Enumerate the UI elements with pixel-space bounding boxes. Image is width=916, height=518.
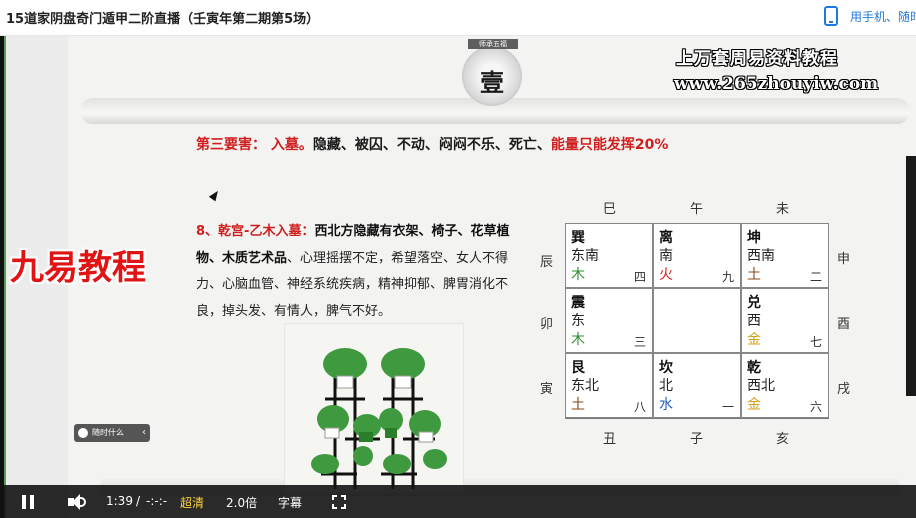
video-player[interactable]: 壹 师承五福 上万套周易资料教程 www.265zhouyiw.com 九易教程… [0, 36, 916, 518]
branch-right-2: 酉 [837, 317, 851, 332]
palace-direction: 东北 [571, 378, 599, 394]
slide-heading: 第三要害： 入墓。隐藏、被囚、不动、闷闷不乐、死亡、能量只能发挥20% [196, 134, 668, 154]
palace-element: 火 [659, 267, 673, 283]
palace-number: 七 [809, 335, 822, 349]
palace-cell: 乾西北金 六 [741, 353, 829, 418]
fullscreen-icon[interactable] [332, 495, 346, 509]
palace-element: 水 [659, 397, 673, 413]
branch-top-2: 午 [690, 202, 704, 217]
branch-bottom-1: 丑 [603, 432, 617, 447]
branch-top-1: 巳 [603, 202, 617, 217]
palace-direction: 北 [659, 378, 673, 394]
palace-number: 九 [721, 270, 734, 284]
paragraph-lead: 8、乾宫-乙木入墓： [196, 224, 315, 239]
pen-cursor-icon [208, 188, 222, 202]
palace-number: 二 [809, 270, 822, 284]
palace-cell [653, 288, 741, 353]
palace-name: 艮 [571, 360, 585, 376]
time-separator: / [136, 494, 141, 508]
palace-element: 木 [571, 332, 585, 348]
chevron-left-icon[interactable]: ‹ [142, 424, 146, 442]
palace-element: 土 [571, 397, 585, 413]
palace-number: 一 [721, 400, 734, 414]
palace-direction: 西南 [747, 248, 775, 264]
palace-element: 金 [747, 332, 761, 348]
palace-cell: 离南火 九 [653, 223, 741, 288]
heading-part3: 隐藏、被囚、不动、闷闷不乐、死亡、 [312, 137, 551, 153]
speed-button[interactable]: 2.0倍 [226, 494, 257, 511]
palace-name: 巽 [571, 230, 585, 246]
mobile-phone-icon[interactable] [824, 6, 838, 26]
plant-stand-illustration [285, 324, 463, 492]
tooltip-text: 随时什么 [92, 428, 124, 437]
palace-cell: 坤西南土 二 [741, 223, 829, 288]
palace-number: 三 [633, 335, 646, 349]
palace-cell: 巽东南木 四 [565, 223, 653, 288]
player-controls: 1:39 / -:-:- 超清 2.0倍 字幕 [4, 485, 916, 518]
branch-left-2: 卯 [540, 317, 554, 332]
seal-caption: 师承五福 [468, 39, 518, 49]
palace-number: 六 [809, 400, 822, 414]
nine-palace-grid: 巽东南木四离南火九坤西南土二震东木三兑西金七艮东北土八坎北水一乾西北金六 [565, 223, 829, 419]
branch-bottom-2: 子 [690, 432, 704, 447]
palace-name: 兑 [747, 295, 761, 311]
palace-direction: 西北 [747, 378, 775, 394]
palace-cell: 艮东北土 八 [565, 353, 653, 418]
time-current: 1:39 [106, 494, 133, 508]
palace-direction: 西 [747, 313, 761, 329]
quality-button[interactable]: 超清 [180, 494, 204, 511]
floating-tooltip[interactable]: 随时什么 ‹ [74, 424, 150, 442]
palace-cell: 兑西金 七 [741, 288, 829, 353]
palace-name: 离 [659, 230, 673, 246]
slide-paragraph: 8、乾宫-乙木入墓：西北方隐藏有衣架、椅子、花草植物、木质艺术品、心理摇摆不定，… [196, 219, 530, 325]
brand-logo: 九易教程 [10, 248, 146, 288]
time-total: -:-:- [146, 494, 168, 508]
right-edge-strip [906, 156, 916, 396]
palace-name: 乾 [747, 360, 761, 376]
subtitle-button[interactable]: 字幕 [278, 494, 302, 511]
branch-left-1: 辰 [540, 255, 554, 270]
palace-number: 四 [633, 270, 646, 284]
branch-right-3: 戌 [837, 382, 851, 397]
palace-cell: 震东木 三 [565, 288, 653, 353]
palace-element: 土 [747, 267, 761, 283]
palace-direction: 东 [571, 313, 585, 329]
seal-emblem: 壹 [462, 46, 522, 106]
palace-direction: 南 [659, 248, 673, 264]
seal-text: 壹 [480, 69, 504, 97]
palace-name: 坤 [747, 230, 761, 246]
avatar-icon [78, 428, 88, 438]
heading-part2: 入墓。 [270, 137, 313, 153]
palace-cell: 坎北水 一 [653, 353, 741, 418]
palace-element: 金 [747, 397, 761, 413]
heading-part1: 第三要害： [196, 137, 266, 153]
page-header: 15道家阴盘奇门遁甲二阶直播（壬寅年第二期第5场） 用手机、随时 [0, 0, 916, 36]
branch-bottom-3: 亥 [776, 432, 790, 447]
branch-left-3: 寅 [540, 382, 554, 397]
page-title: 15道家阴盘奇门遁甲二阶直播（壬寅年第二期第5场） [6, 12, 320, 27]
watermark-line1: 上万套周易资料教程 [676, 49, 838, 69]
palace-number: 八 [633, 400, 646, 414]
watermark-line2: www.265zhouyiw.com [674, 74, 879, 94]
palace-element: 木 [571, 267, 585, 283]
palace-name: 震 [571, 295, 585, 311]
plant-stand-image [284, 323, 464, 493]
branch-top-3: 未 [776, 202, 790, 217]
palace-name: 坎 [659, 360, 673, 376]
mobile-watch-link[interactable]: 用手机、随时 [850, 8, 916, 25]
heading-part4: 能量只能发挥20% [550, 137, 669, 153]
palace-direction: 东南 [571, 248, 599, 264]
pause-icon[interactable] [22, 495, 34, 509]
branch-right-1: 申 [837, 252, 851, 267]
